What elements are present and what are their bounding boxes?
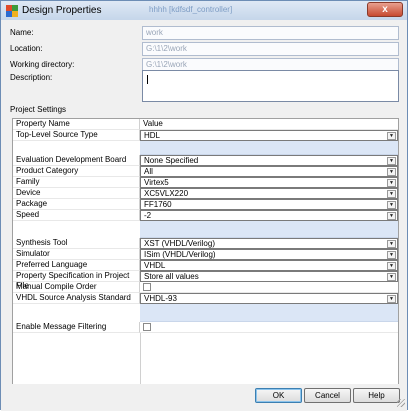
- chevron-down-icon[interactable]: ▼: [387, 168, 396, 176]
- table-row[interactable]: Speed -2 ▼: [13, 210, 398, 221]
- property-name: Evaluation Development Board: [13, 155, 140, 166]
- property-name: VHDL Source Analysis Standard: [13, 293, 140, 304]
- property-name: Device: [13, 188, 140, 199]
- property-name: Synthesis Tool: [13, 238, 140, 249]
- property-value-dropdown[interactable]: -2 ▼: [140, 210, 398, 221]
- table-row[interactable]: VHDL Source Analysis Standard VHDL-93 ▼: [13, 293, 398, 304]
- chevron-down-icon[interactable]: ▼: [387, 262, 396, 270]
- help-button[interactable]: Help: [353, 388, 400, 403]
- description-field[interactable]: [142, 70, 399, 102]
- property-name: Speed: [13, 210, 140, 221]
- enable-message-filtering-checkbox[interactable]: [143, 323, 151, 331]
- app-icon: [6, 4, 18, 17]
- property-value: All: [144, 167, 153, 176]
- property-value: XST (VHDL/Verilog): [144, 239, 215, 248]
- property-value-dropdown[interactable]: FF1760 ▼: [140, 199, 398, 210]
- property-value: FF1760: [144, 200, 172, 209]
- property-value-dropdown[interactable]: XC5VLX220 ▼: [140, 188, 398, 199]
- property-value-dropdown[interactable]: ISim (VHDL/Verilog) ▼: [140, 249, 398, 260]
- chevron-down-icon[interactable]: ▼: [387, 273, 396, 281]
- chevron-down-icon[interactable]: ▼: [387, 179, 396, 187]
- text-caret: [147, 75, 148, 84]
- chevron-down-icon[interactable]: ▼: [387, 240, 396, 248]
- property-value-dropdown[interactable]: VHDL-93 ▼: [140, 293, 398, 304]
- property-name: Product Category: [13, 166, 140, 177]
- window-title: Design Properties: [22, 5, 102, 16]
- name-label: Name:: [10, 28, 34, 37]
- property-value-dropdown[interactable]: XST (VHDL/Verilog) ▼: [140, 238, 398, 249]
- property-value: Virtex5: [144, 178, 169, 187]
- grid-header: Property Name Value: [13, 119, 398, 130]
- table-row[interactable]: Evaluation Development Board None Specif…: [13, 155, 398, 166]
- property-name: Simulator: [13, 249, 140, 260]
- location-field[interactable]: G:\1\2\work: [142, 42, 399, 56]
- table-row[interactable]: Device XC5VLX220 ▼: [13, 188, 398, 199]
- property-value-dropdown[interactable]: None Specified ▼: [140, 155, 398, 166]
- table-row[interactable]: Preferred Language VHDL ▼: [13, 260, 398, 271]
- property-value: -2: [144, 211, 152, 220]
- table-row[interactable]: Synthesis Tool XST (VHDL/Verilog) ▼: [13, 238, 398, 249]
- property-value-dropdown[interactable]: VHDL ▼: [140, 260, 398, 271]
- table-row[interactable]: Manual Compile Order: [13, 282, 398, 293]
- title-bar[interactable]: Design Properties hhhh [kdfsdf_controlle…: [1, 1, 407, 20]
- property-value: VHDL: [144, 261, 166, 270]
- value-header: Value: [140, 119, 398, 130]
- property-value-dropdown[interactable]: HDL ▼: [140, 130, 398, 141]
- property-value-dropdown[interactable]: All ▼: [140, 166, 398, 177]
- chevron-down-icon[interactable]: ▼: [387, 295, 396, 303]
- group-separator: [140, 304, 398, 322]
- table-row[interactable]: Property Specification in Project File S…: [13, 271, 398, 290]
- design-properties-dialog: Design Properties hhhh [kdfsdf_controlle…: [0, 0, 408, 411]
- table-row[interactable]: Enable Message Filtering: [13, 322, 398, 333]
- chevron-down-icon[interactable]: ▼: [387, 251, 396, 259]
- property-name: Manual Compile Order: [13, 282, 140, 293]
- chevron-down-icon[interactable]: ▼: [387, 212, 396, 220]
- property-grid: Property Name Value Top-Level Source Typ…: [12, 118, 399, 395]
- property-value: VHDL-93: [144, 294, 177, 303]
- manual-compile-order-checkbox[interactable]: [143, 283, 151, 291]
- property-value: Store all values: [144, 272, 199, 281]
- chevron-down-icon[interactable]: ▼: [387, 190, 396, 198]
- ok-button[interactable]: OK: [255, 388, 302, 403]
- working-directory-label: Working directory:: [10, 60, 75, 69]
- location-label: Location:: [10, 44, 43, 53]
- table-row[interactable]: Simulator ISim (VHDL/Verilog) ▼: [13, 249, 398, 260]
- chevron-down-icon[interactable]: ▼: [387, 157, 396, 165]
- property-name: Top-Level Source Type: [13, 130, 140, 141]
- property-name: Preferred Language: [13, 260, 140, 271]
- table-row[interactable]: Product Category All ▼: [13, 166, 398, 177]
- property-value-checkbox-cell: [140, 322, 398, 333]
- description-label: Description:: [10, 73, 53, 82]
- table-row[interactable]: Top-Level Source Type HDL ▼: [13, 130, 398, 141]
- group-separator: [140, 141, 398, 155]
- chevron-down-icon[interactable]: ▼: [387, 201, 396, 209]
- property-value: XC5VLX220: [144, 189, 189, 198]
- property-value-dropdown[interactable]: Virtex5 ▼: [140, 177, 398, 188]
- property-value-dropdown[interactable]: Store all values ▼: [140, 271, 398, 282]
- background-window-title: hhhh [kdfsdf_controller]: [149, 5, 233, 14]
- name-field[interactable]: work: [142, 26, 399, 40]
- property-name: Family: [13, 177, 140, 188]
- project-settings-label: Project Settings: [10, 105, 67, 114]
- property-name: Package: [13, 199, 140, 210]
- property-value-checkbox-cell: [140, 282, 398, 293]
- property-value: ISim (VHDL/Verilog): [144, 250, 216, 259]
- chevron-down-icon[interactable]: ▼: [387, 132, 396, 140]
- property-name: Property Specification in Project File: [13, 271, 140, 290]
- property-name: Enable Message Filtering: [13, 322, 140, 333]
- group-separator: [140, 221, 398, 238]
- table-row[interactable]: Package FF1760 ▼: [13, 199, 398, 210]
- property-value: None Specified: [144, 156, 199, 165]
- resize-grip-icon[interactable]: [397, 399, 405, 407]
- cancel-button[interactable]: Cancel: [304, 388, 351, 403]
- close-button[interactable]: x: [367, 2, 403, 17]
- property-name-header: Property Name: [13, 119, 140, 130]
- property-value: HDL: [144, 131, 161, 140]
- table-row[interactable]: Family Virtex5 ▼: [13, 177, 398, 188]
